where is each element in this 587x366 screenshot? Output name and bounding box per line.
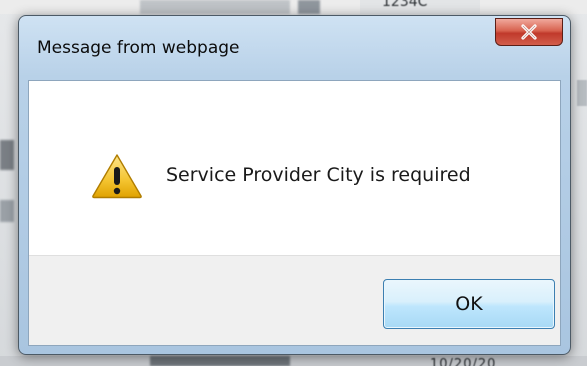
dialog-title: Message from webpage	[37, 38, 240, 58]
background-text-bottom: 10/20/20	[430, 357, 497, 366]
close-icon	[521, 24, 537, 40]
background-sidebar-block	[0, 140, 14, 170]
background-toolbar	[0, 0, 587, 14]
dialog-footer: OK	[29, 255, 560, 345]
background-sidebar-block	[0, 200, 14, 222]
dialog-message: Service Provider City is required	[166, 164, 471, 186]
ok-button[interactable]: OK	[383, 279, 555, 329]
dialog-content: Service Provider City is required OK	[28, 80, 561, 346]
background-column	[298, 0, 320, 14]
warning-icon	[92, 154, 142, 199]
background-bottom-bar	[0, 356, 587, 366]
background-text-top: 1234C	[382, 0, 428, 10]
background-bottom-block	[150, 356, 290, 366]
background-column	[140, 0, 290, 14]
message-dialog: Message from webpage Service Provider Ci…	[18, 15, 571, 355]
background-right-edge	[577, 80, 587, 106]
close-button[interactable]	[495, 18, 563, 46]
